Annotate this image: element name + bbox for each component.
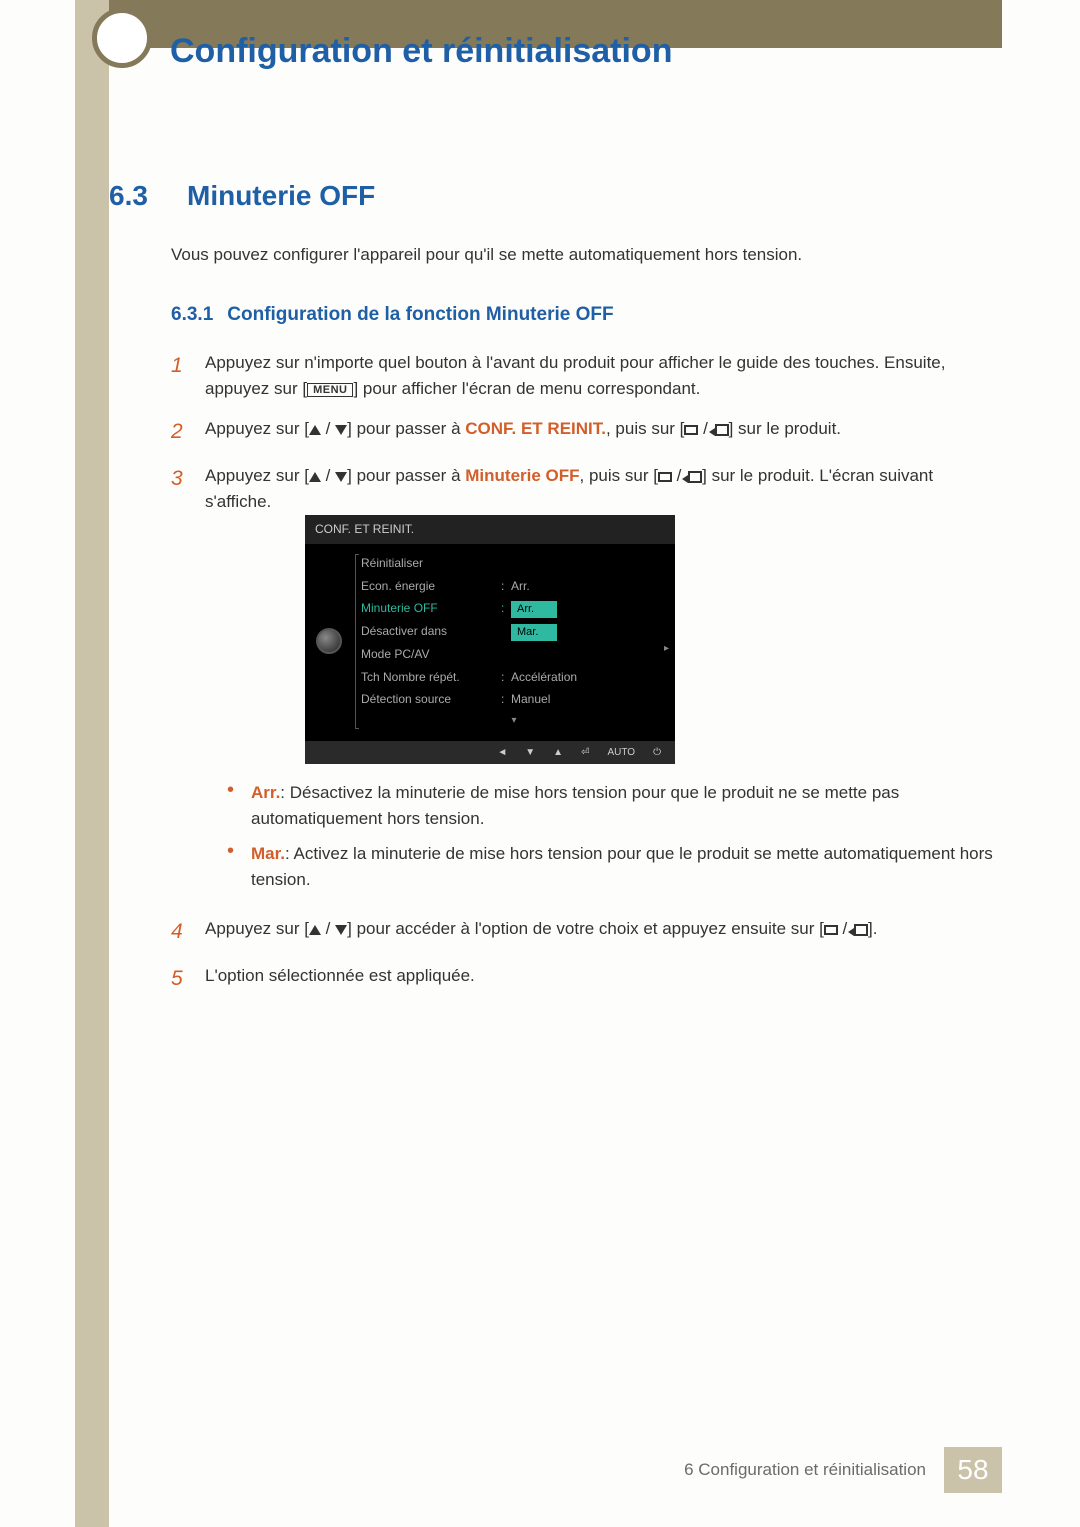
section-title: Minuterie OFF bbox=[187, 180, 375, 212]
osd-screenshot: CONF. ET REINIT. Réinitialiser Econ. éne… bbox=[305, 515, 1002, 764]
step-text: Appuyez sur [ bbox=[205, 419, 309, 438]
step-number: 1 bbox=[171, 350, 189, 403]
step-text: Appuyez sur [ bbox=[205, 466, 309, 485]
power-icon-footer: ⏻ bbox=[653, 745, 661, 761]
step-5: 5 L'option sélectionnée est appliquée. bbox=[171, 963, 1002, 996]
up-nav-icon: ▲ bbox=[553, 745, 563, 761]
step-number: 4 bbox=[171, 916, 189, 949]
jog-dial-icon bbox=[305, 628, 353, 654]
chapter-badge-icon bbox=[92, 8, 152, 68]
osd-row: Tch Nombre répét.:Accélération bbox=[353, 666, 675, 689]
bullet-label: Arr. bbox=[251, 783, 280, 802]
step-4: 4 Appuyez sur [ / ] pour accéder à l'opt… bbox=[171, 916, 1002, 949]
up-arrow-icon bbox=[309, 925, 321, 935]
step-text: , puis sur [ bbox=[606, 419, 684, 438]
osd-row: Econ. énergie:Arr. bbox=[353, 575, 675, 598]
osd-row: Mode PC/AV bbox=[353, 643, 675, 666]
highlight-minuterie: Minuterie OFF bbox=[465, 466, 579, 485]
bullet-mar: • Mar.: Activez la minuterie de mise hor… bbox=[227, 841, 1002, 892]
left-stripe bbox=[75, 0, 109, 1527]
bullet-text: : Activez la minuterie de mise hors tens… bbox=[251, 844, 993, 889]
section-intro: Vous pouvez configurer l'appareil pour q… bbox=[171, 242, 1002, 268]
down-arrow-icon bbox=[335, 472, 347, 482]
page-number: 58 bbox=[944, 1447, 1002, 1493]
step-number: 3 bbox=[171, 463, 189, 902]
enter-icon bbox=[713, 424, 729, 436]
subsection-number: 6.3.1 bbox=[171, 304, 213, 326]
down-nav-icon: ▼ bbox=[525, 745, 535, 761]
bullet-label: Mar. bbox=[251, 844, 285, 863]
enter-icon bbox=[686, 471, 702, 483]
step-1: 1 Appuyez sur n'importe quel bouton à l'… bbox=[171, 350, 1002, 403]
auto-label: AUTO bbox=[607, 745, 635, 761]
osd-row: Désactiver dansMar. bbox=[353, 620, 675, 643]
sub-bullets: • Arr.: Désactivez la minuterie de mise … bbox=[227, 780, 1002, 892]
bullet-icon: • bbox=[227, 780, 237, 831]
page-title: Configuration et réinitialisation bbox=[170, 32, 672, 71]
subsection-title: Configuration de la fonction Minuterie O… bbox=[227, 304, 613, 326]
bullet-arr: • Arr.: Désactivez la minuterie de mise … bbox=[227, 780, 1002, 831]
bracket-icon bbox=[355, 554, 359, 729]
up-arrow-icon bbox=[309, 425, 321, 435]
step-2: 2 Appuyez sur [ / ] pour passer à CONF. … bbox=[171, 416, 1002, 449]
osd-row: Détection source:Manuel bbox=[353, 688, 675, 711]
step-text: ] pour passer à bbox=[347, 466, 465, 485]
subsection-heading: 6.3.1 Configuration de la fonction Minut… bbox=[171, 304, 1002, 326]
osd-popup-opt: Mar. bbox=[511, 624, 557, 641]
section-heading: 6.3 Minuterie OFF bbox=[109, 180, 1002, 212]
menu-button-icon: MENU bbox=[307, 383, 353, 397]
step-text: , puis sur [ bbox=[580, 466, 658, 485]
down-arrow-icon bbox=[335, 925, 347, 935]
step-number: 2 bbox=[171, 416, 189, 449]
osd-row-selected: Minuterie OFF:Arr. bbox=[353, 597, 675, 620]
step-text: ] pour afficher l'écran de menu correspo… bbox=[353, 379, 700, 398]
down-arrow-icon bbox=[335, 425, 347, 435]
section-number: 6.3 bbox=[109, 180, 163, 212]
osd-title: CONF. ET REINIT. bbox=[305, 515, 675, 544]
footer-chapter: 6 Configuration et réinitialisation bbox=[666, 1447, 944, 1493]
bullet-icon: • bbox=[227, 841, 237, 892]
highlight-conf: CONF. ET REINIT. bbox=[465, 419, 606, 438]
step-text: Appuyez sur [ bbox=[205, 919, 309, 938]
submenu-arrow-icon: ▸ bbox=[664, 641, 669, 657]
step-text: ] pour passer à bbox=[347, 419, 465, 438]
enter-icon bbox=[852, 924, 868, 936]
step-text: ] sur le produit. bbox=[729, 419, 841, 438]
back-icon: ◄ bbox=[497, 745, 507, 761]
step-text: ] pour accéder à l'option de votre choix… bbox=[347, 919, 824, 938]
step-3: 3 Appuyez sur [ / ] pour passer à Minute… bbox=[171, 463, 1002, 902]
footer: 6 Configuration et réinitialisation 58 bbox=[666, 1447, 1002, 1493]
step-text: L'option sélectionnée est appliquée. bbox=[205, 963, 1002, 996]
enter-nav-icon: ⏎ bbox=[581, 745, 589, 761]
source-icon bbox=[684, 425, 698, 435]
steps-list: 1 Appuyez sur n'importe quel bouton à l'… bbox=[171, 350, 1002, 996]
step-text: ]. bbox=[868, 919, 877, 938]
scroll-down-icon: ▾ bbox=[353, 711, 675, 731]
bullet-text: : Désactivez la minuterie de mise hors t… bbox=[251, 783, 899, 828]
osd-popup-opt: Arr. bbox=[511, 601, 557, 618]
source-icon bbox=[658, 472, 672, 482]
source-icon bbox=[824, 925, 838, 935]
up-arrow-icon bbox=[309, 472, 321, 482]
step-number: 5 bbox=[171, 963, 189, 996]
osd-row: Réinitialiser bbox=[353, 552, 675, 575]
content: 6.3 Minuterie OFF Vous pouvez configurer… bbox=[109, 180, 1002, 1009]
osd-footer: ◄ ▼ ▲ ⏎ AUTO ⏻ bbox=[305, 741, 675, 765]
